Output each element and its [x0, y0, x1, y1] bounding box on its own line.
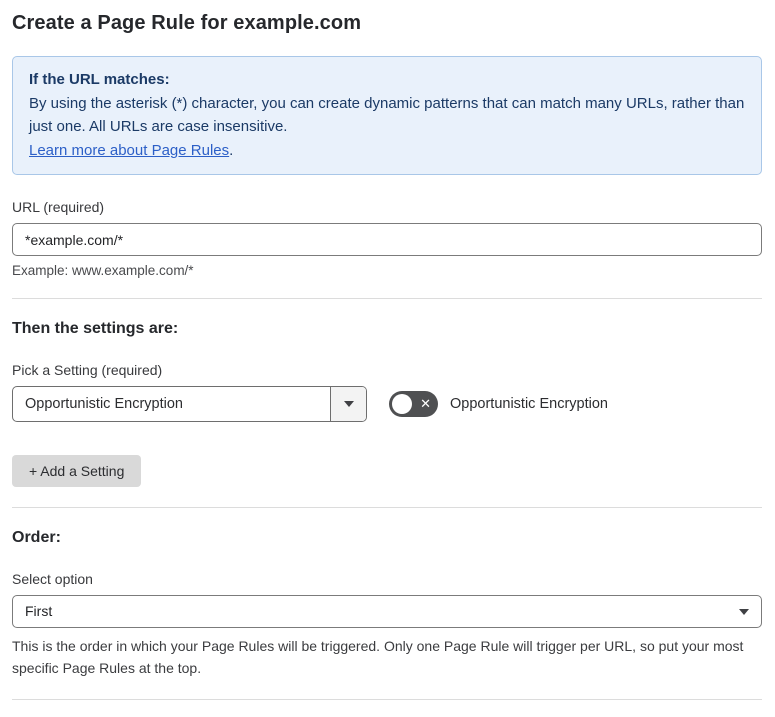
- opportunistic-encryption-toggle[interactable]: ✕: [389, 391, 438, 417]
- chevron-down-icon: [343, 401, 354, 407]
- add-setting-button[interactable]: + Add a Setting: [12, 455, 142, 487]
- toggle-knob: [392, 394, 412, 414]
- info-box-link-line: Learn more about Page Rules.: [29, 139, 745, 163]
- divider: [12, 298, 762, 299]
- order-select-value: First: [25, 603, 53, 619]
- order-help-text: This is the order in which your Page Rul…: [12, 638, 744, 676]
- order-section-heading: Order:: [12, 529, 61, 546]
- info-box-body: By using the asterisk (*) character, you…: [29, 94, 745, 136]
- info-box-heading: If the URL matches:: [29, 71, 170, 88]
- divider: [12, 699, 762, 700]
- url-input[interactable]: [12, 223, 762, 256]
- toggle-label: Opportunistic Encryption: [450, 396, 608, 412]
- page-title: Create a Page Rule for example.com: [12, 12, 362, 34]
- setting-row: Opportunistic Encryption ✕ Opportunistic…: [12, 386, 762, 422]
- divider: [12, 507, 762, 508]
- page-rule-form: Create a Page Rule for example.com If th…: [0, 0, 775, 717]
- chevron-down-icon: [739, 609, 749, 615]
- setting-dropdown-caret-button[interactable]: [330, 387, 366, 421]
- settings-section-heading: Then the settings are:: [12, 320, 179, 337]
- setting-dropdown[interactable]: Opportunistic Encryption: [12, 386, 367, 422]
- learn-more-link[interactable]: Learn more about Page Rules: [29, 142, 229, 159]
- url-field-label: URL (required): [12, 199, 105, 215]
- url-example-text: Example: www.example.com/*: [12, 263, 194, 278]
- setting-dropdown-value: Opportunistic Encryption: [25, 396, 183, 412]
- pick-setting-label: Pick a Setting (required): [12, 362, 163, 378]
- order-select[interactable]: First: [12, 595, 762, 628]
- toggle-x-icon: ✕: [420, 396, 431, 412]
- order-select-label: Select option: [12, 571, 93, 587]
- url-matches-info-box: If the URL matches: By using the asteris…: [12, 56, 762, 175]
- link-period: .: [229, 141, 234, 159]
